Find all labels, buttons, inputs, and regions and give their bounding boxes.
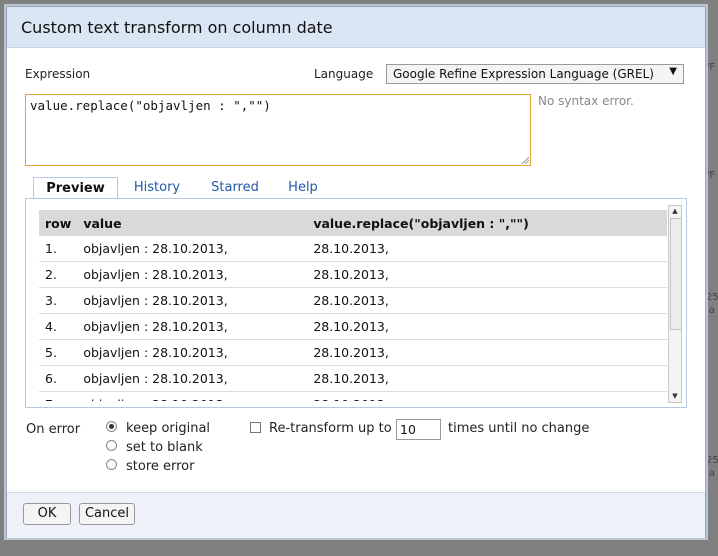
row-number-cell: 4. — [39, 313, 78, 340]
row-number-cell: 3. — [39, 287, 78, 314]
radio-keep-original[interactable] — [106, 421, 117, 432]
background-text: 25 — [706, 455, 718, 466]
expression-textarea[interactable]: value.replace("objavljen : ","") — [25, 94, 531, 166]
table-row: 4. objavljen : 28.10.2013, 28.10.2013, — [39, 313, 667, 340]
result-cell: 28.10.2013, — [307, 339, 667, 366]
on-error-label: On error — [26, 422, 81, 437]
radio-set-to-blank-label[interactable]: set to blank — [126, 440, 203, 455]
chevron-down-icon: ▼ — [669, 66, 677, 77]
background-text: ja — [706, 468, 715, 479]
table-row: 6. objavljen : 28.10.2013, 28.10.2013, — [39, 365, 667, 392]
retransform-label[interactable]: Re-transform up to — [269, 421, 392, 436]
preview-scrollbar[interactable]: ▲ ▼ — [668, 205, 682, 403]
result-cell: 28.10.2013, — [307, 313, 667, 340]
table-row: 7. objavljen : 28.10.2013, 28.10.2013, — [39, 391, 667, 401]
dialog-header: Custom text transform on column date — [7, 7, 705, 48]
retransform-count-input[interactable]: 10 — [396, 419, 441, 440]
tab-history[interactable]: History — [129, 177, 185, 199]
retransform-suffix: times until no change — [448, 421, 590, 436]
dialog-footer: OK Cancel — [7, 492, 705, 538]
table-row: 2. objavljen : 28.10.2013, 28.10.2013, — [39, 261, 667, 288]
expression-text: value.replace("objavljen : ","") — [30, 98, 271, 113]
result-cell: 28.10.2013, — [307, 391, 667, 401]
tab-bar: Preview History Starred Help — [25, 177, 687, 199]
radio-store-error[interactable] — [106, 459, 117, 470]
background-text: /F — [706, 62, 716, 73]
result-cell: 28.10.2013, — [307, 365, 667, 392]
value-cell: objavljen : 28.10.2013, — [77, 365, 308, 392]
retransform-count-value: 10 — [400, 422, 416, 437]
language-select[interactable]: Google Refine Expression Language (GREL)… — [386, 64, 684, 84]
result-cell: 28.10.2013, — [307, 236, 667, 262]
background-text: 25 — [706, 292, 718, 303]
ok-button[interactable]: OK — [23, 503, 71, 525]
row-number-cell: 5. — [39, 339, 78, 366]
background-text: ja — [706, 305, 715, 316]
value-cell: objavljen : 28.10.2013, — [77, 236, 308, 262]
value-cell: objavljen : 28.10.2013, — [77, 287, 308, 314]
row-number-cell: 2. — [39, 261, 78, 288]
result-cell: 28.10.2013, — [307, 261, 667, 288]
syntax-status: No syntax error. — [538, 94, 634, 108]
column-header-row: row — [39, 210, 78, 236]
radio-keep-original-label[interactable]: keep original — [126, 421, 210, 436]
language-label: Language — [314, 67, 374, 81]
table-row: 5. objavljen : 28.10.2013, 28.10.2013, — [39, 339, 667, 366]
column-header-expression: value.replace("objavljen : ","") — [307, 210, 667, 236]
cancel-button[interactable]: Cancel — [79, 503, 135, 525]
scrollbar-thumb[interactable] — [670, 218, 682, 330]
column-header-value: value — [77, 210, 308, 236]
tab-help[interactable]: Help — [283, 177, 323, 199]
tab-preview[interactable]: Preview — [33, 177, 118, 199]
tab-starred[interactable]: Starred — [205, 177, 265, 199]
preview-panel: row value value.replace("objavljen : ","… — [25, 198, 687, 408]
value-cell: objavljen : 28.10.2013, — [77, 339, 308, 366]
value-cell: objavljen : 28.10.2013, — [77, 313, 308, 340]
resize-grip-icon[interactable] — [521, 156, 529, 164]
table-row: 1. objavljen : 28.10.2013, 28.10.2013, — [39, 236, 667, 262]
background-text: /F — [706, 170, 716, 181]
preview-table: row value value.replace("objavljen : ","… — [39, 210, 667, 401]
scroll-up-icon[interactable]: ▲ — [669, 206, 681, 217]
row-number-cell: 7. — [39, 391, 78, 401]
radio-store-error-label[interactable]: store error — [126, 459, 195, 474]
expression-label: Expression — [25, 67, 91, 81]
result-cell: 28.10.2013, — [307, 287, 667, 314]
row-number-cell: 6. — [39, 365, 78, 392]
retransform-checkbox[interactable] — [250, 422, 261, 433]
row-number-cell: 1. — [39, 236, 78, 262]
value-cell: objavljen : 28.10.2013, — [77, 261, 308, 288]
transform-dialog: Custom text transform on column date Exp… — [6, 6, 706, 538]
language-select-value: Google Refine Expression Language (GREL) — [393, 67, 654, 81]
radio-set-to-blank[interactable] — [106, 440, 117, 451]
table-row: 3. objavljen : 28.10.2013, 28.10.2013, — [39, 287, 667, 314]
table-header-row: row value value.replace("objavljen : ","… — [39, 210, 667, 236]
dialog-title: Custom text transform on column date — [21, 18, 333, 37]
preview-table-container[interactable]: row value value.replace("objavljen : ","… — [39, 210, 667, 401]
value-cell: objavljen : 28.10.2013, — [77, 391, 308, 401]
scroll-down-icon[interactable]: ▼ — [669, 391, 681, 402]
